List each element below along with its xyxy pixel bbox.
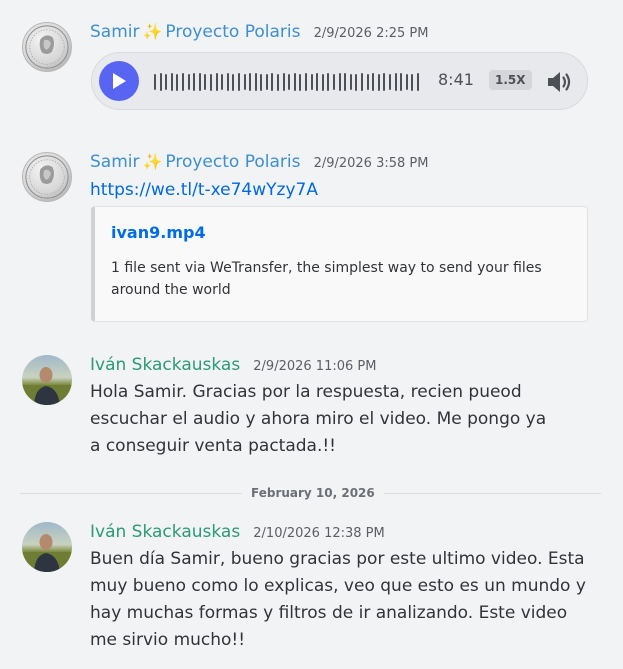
message-header: Iván Skackauskas 2/10/2026 12:38 PM [90,520,385,544]
waveform-bar [226,73,229,91]
embed-title[interactable]: ivan9.mp4 [111,223,206,242]
embed-description: 1 file sent via WeTransfer, the simplest… [111,260,542,298]
waveform-bar [277,73,280,91]
waveform-bar [344,73,347,91]
avatar[interactable] [22,22,72,72]
avatar[interactable] [22,355,72,405]
waveform-bar [260,73,263,91]
play-icon [113,73,126,89]
audio-waveform[interactable] [154,72,419,92]
sparkle-icon: ✨ [142,22,163,41]
message-content: Hola Samir. Gracias por la respuesta, re… [90,382,547,456]
waveform-bar [383,73,386,91]
waveform-bar [377,73,380,91]
avatar[interactable] [22,152,72,202]
waveform-bar [416,73,419,91]
coin-avatar-icon [25,155,69,199]
waveform-bar [271,73,274,91]
date-divider-label: February 10, 2026 [242,485,384,501]
waveform-bar [193,73,196,91]
waveform-bar [366,74,369,90]
waveform-bar [405,74,408,90]
waveform-bar [394,73,397,91]
waveform-bar [187,74,190,90]
sparkle-icon: ✨ [142,152,163,171]
waveform-bar [349,74,352,90]
waveform-bar [165,74,168,90]
waveform-bar [254,73,257,91]
waveform-bar [400,73,403,91]
waveform-bar [316,73,319,91]
waveform-bar [170,73,173,91]
waveform-bar [265,74,268,90]
author-name[interactable]: Iván Skackauskas [90,355,240,375]
message-3: Iván Skackauskas 2/9/2026 11:06 PM Hola … [0,353,623,463]
play-button[interactable] [99,61,139,101]
author-name-suffix[interactable]: Proyecto Polaris [165,152,300,172]
waveform-bar [411,73,414,91]
waveform-bar [159,73,162,91]
volume-button[interactable] [545,68,573,96]
audio-duration: 8:41 [438,70,474,89]
message-4: Iván Skackauskas 2/10/2026 12:38 PM Buen… [0,520,623,660]
avatar[interactable] [22,522,72,572]
playback-speed-button[interactable]: 1.5X [489,70,532,90]
waveform-bar [249,73,252,91]
waveform-bar [221,74,224,90]
waveform-bar [243,74,246,90]
message-1: Samir ✨ Proyecto Polaris 2/9/2026 2:25 PM … [0,20,623,120]
author-name[interactable]: Iván Skackauskas [90,522,240,542]
waveform-bar [154,74,156,90]
waveform-bar [360,73,363,91]
waveform-bar [288,74,291,90]
message-content: https://we.tl/t-xe74wYzy7A [90,177,590,204]
waveform-bar [293,73,296,91]
message-header: Iván Skackauskas 2/9/2026 11:06 PM [90,353,376,377]
message-header: Samir ✨ Proyecto Polaris 2/9/2026 2:25 PM [90,20,428,44]
waveform-bar [215,73,218,91]
waveform-bar [321,73,324,91]
waveform-bar [327,73,330,91]
timestamp: 2/9/2026 3:58 PM [313,156,429,171]
waveform-bar [338,73,341,91]
waveform-bar [282,73,285,91]
waveform-bar [372,73,375,91]
audio-player: 8:41 1.5X [91,52,588,110]
waveform-bar [181,73,184,91]
waveform-bar [310,74,313,90]
person-avatar-icon [22,367,72,405]
coin-avatar-icon [25,25,69,69]
author-name-suffix[interactable]: Proyecto Polaris [165,22,300,42]
message-header: Samir ✨ Proyecto Polaris 2/9/2026 3:58 PM [90,150,428,174]
person-avatar-icon [22,534,72,572]
waveform-bar [176,73,179,91]
waveform-bar [237,73,240,91]
message-content: Buen día Samir, bueno gracias por este u… [90,549,586,650]
waveform-bar [299,73,302,91]
waveform-bar [232,73,235,91]
author-name[interactable]: Samir [90,22,139,42]
timestamp: 2/10/2026 12:38 PM [253,526,385,541]
author-name[interactable]: Samir [90,152,139,172]
timestamp: 2/9/2026 11:06 PM [253,359,377,374]
timestamp: 2/9/2026 2:25 PM [313,26,429,41]
waveform-bar [388,74,391,90]
waveform-bar [198,73,201,91]
waveform-bar [333,74,335,90]
message-2: Samir ✨ Proyecto Polaris 2/9/2026 3:58 PM … [0,150,623,330]
speaker-icon [548,72,571,92]
link-embed: ivan9.mp4 1 file sent via WeTransfer, th… [91,206,588,322]
wetransfer-link[interactable]: https://we.tl/t-xe74wYzy7A [90,180,318,200]
waveform-bar [355,73,358,91]
waveform-bar [305,73,308,91]
waveform-bar [204,74,207,90]
waveform-bar [209,73,212,91]
